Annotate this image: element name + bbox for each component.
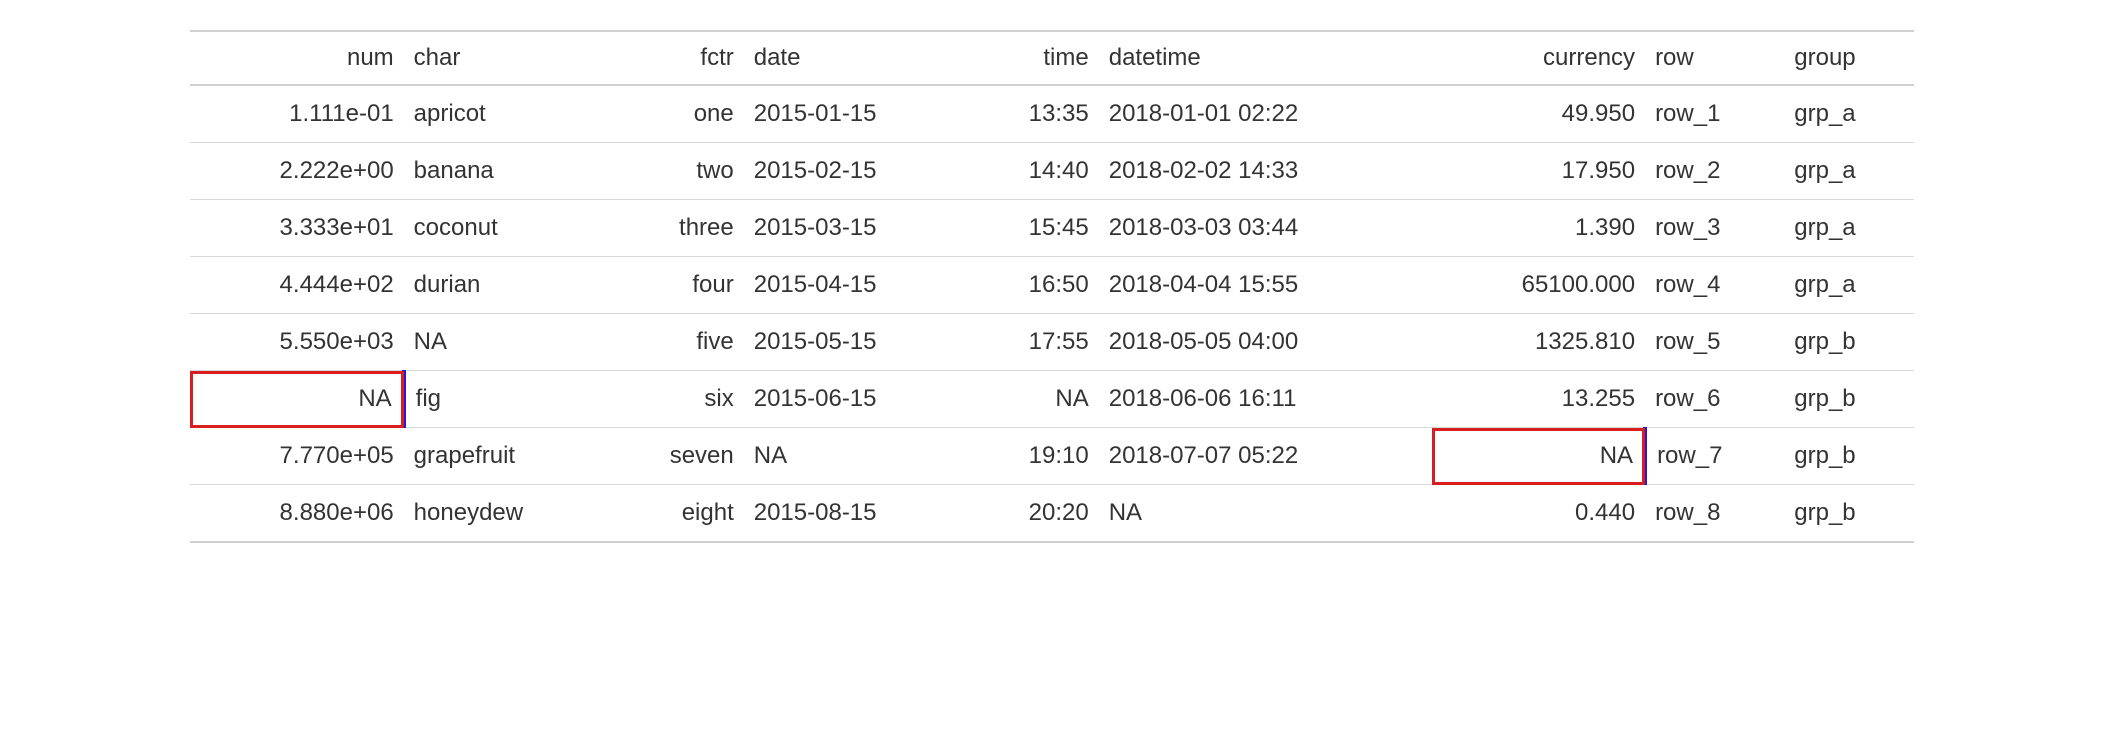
cell-num: 1.111e-01 (190, 85, 404, 143)
cell-group: grp_a (1784, 200, 1914, 257)
cell-fctr: three (610, 200, 744, 257)
table-row: 3.333e+01coconutthree2015-03-1515:452018… (190, 200, 1914, 257)
cell-row: row_4 (1645, 257, 1784, 314)
cell-time: 17:55 (971, 314, 1099, 371)
cell-group: grp_b (1784, 371, 1914, 428)
cell-num: NA (190, 371, 404, 428)
cell-row: row_6 (1645, 371, 1784, 428)
cell-datetime: 2018-03-03 03:44 (1099, 200, 1433, 257)
cell-fctr: eight (610, 485, 744, 543)
cell-date: 2015-05-15 (744, 314, 971, 371)
cell-char: fig (404, 371, 610, 428)
cell-time: 19:10 (971, 428, 1099, 485)
cell-num: 5.550e+03 (190, 314, 404, 371)
cell-row: row_3 (1645, 200, 1784, 257)
table-row: 7.770e+05grapefruitsevenNA19:102018-07-0… (190, 428, 1914, 485)
data-table: num char fctr date time datetime currenc… (190, 30, 1914, 543)
cell-time: 20:20 (971, 485, 1099, 543)
cell-char: banana (404, 143, 610, 200)
cell-currency: NA (1432, 428, 1645, 485)
table-row: 1.111e-01apricotone2015-01-1513:352018-0… (190, 85, 1914, 143)
header-fctr: fctr (610, 31, 744, 85)
table-row: 5.550e+03NAfive2015-05-1517:552018-05-05… (190, 314, 1914, 371)
cell-num: 8.880e+06 (190, 485, 404, 543)
header-time: time (971, 31, 1099, 85)
cell-char: honeydew (404, 485, 610, 543)
cell-datetime: 2018-07-07 05:22 (1099, 428, 1433, 485)
cell-num: 7.770e+05 (190, 428, 404, 485)
cell-currency: 65100.000 (1432, 257, 1645, 314)
cell-datetime: NA (1099, 485, 1433, 543)
cell-char: NA (404, 314, 610, 371)
cell-char: coconut (404, 200, 610, 257)
cell-time: 14:40 (971, 143, 1099, 200)
cell-date: 2015-06-15 (744, 371, 971, 428)
cell-datetime: 2018-01-01 02:22 (1099, 85, 1433, 143)
cell-date: NA (744, 428, 971, 485)
cell-char: durian (404, 257, 610, 314)
cell-currency: 1325.810 (1432, 314, 1645, 371)
cell-datetime: 2018-05-05 04:00 (1099, 314, 1433, 371)
cell-group: grp_a (1784, 85, 1914, 143)
header-datetime: datetime (1099, 31, 1433, 85)
header-group: group (1784, 31, 1914, 85)
cell-date: 2015-04-15 (744, 257, 971, 314)
header-row: num char fctr date time datetime currenc… (190, 31, 1914, 85)
cell-time: NA (971, 371, 1099, 428)
cell-row: row_2 (1645, 143, 1784, 200)
cell-fctr: six (610, 371, 744, 428)
cell-datetime: 2018-04-04 15:55 (1099, 257, 1433, 314)
cell-date: 2015-02-15 (744, 143, 971, 200)
table-body: 1.111e-01apricotone2015-01-1513:352018-0… (190, 85, 1914, 542)
cell-row: row_7 (1645, 428, 1784, 485)
header-currency: currency (1432, 31, 1645, 85)
cell-num: 4.444e+02 (190, 257, 404, 314)
header-num: num (190, 31, 404, 85)
cell-num: 2.222e+00 (190, 143, 404, 200)
cell-row: row_8 (1645, 485, 1784, 543)
header-char: char (404, 31, 610, 85)
cell-date: 2015-03-15 (744, 200, 971, 257)
cell-time: 15:45 (971, 200, 1099, 257)
cell-fctr: seven (610, 428, 744, 485)
cell-fctr: four (610, 257, 744, 314)
cell-group: grp_b (1784, 314, 1914, 371)
cell-row: row_1 (1645, 85, 1784, 143)
cell-fctr: two (610, 143, 744, 200)
table-row: 8.880e+06honeydeweight2015-08-1520:20NA0… (190, 485, 1914, 543)
cell-currency: 17.950 (1432, 143, 1645, 200)
cell-group: grp_a (1784, 143, 1914, 200)
cell-currency: 49.950 (1432, 85, 1645, 143)
cell-time: 13:35 (971, 85, 1099, 143)
cell-currency: 0.440 (1432, 485, 1645, 543)
cell-char: apricot (404, 85, 610, 143)
cell-char: grapefruit (404, 428, 610, 485)
cell-row: row_5 (1645, 314, 1784, 371)
cell-currency: 13.255 (1432, 371, 1645, 428)
cell-currency: 1.390 (1432, 200, 1645, 257)
cell-time: 16:50 (971, 257, 1099, 314)
cell-fctr: five (610, 314, 744, 371)
cell-date: 2015-01-15 (744, 85, 971, 143)
cell-group: grp_a (1784, 257, 1914, 314)
cell-datetime: 2018-06-06 16:11 (1099, 371, 1433, 428)
cell-date: 2015-08-15 (744, 485, 971, 543)
cell-num: 3.333e+01 (190, 200, 404, 257)
table-row: 4.444e+02durianfour2015-04-1516:502018-0… (190, 257, 1914, 314)
table-row: 2.222e+00bananatwo2015-02-1514:402018-02… (190, 143, 1914, 200)
cell-group: grp_b (1784, 485, 1914, 543)
header-row-label: row (1645, 31, 1784, 85)
cell-fctr: one (610, 85, 744, 143)
header-date: date (744, 31, 971, 85)
table-row: NAfigsix2015-06-15NA2018-06-06 16:1113.2… (190, 371, 1914, 428)
cell-group: grp_b (1784, 428, 1914, 485)
cell-datetime: 2018-02-02 14:33 (1099, 143, 1433, 200)
